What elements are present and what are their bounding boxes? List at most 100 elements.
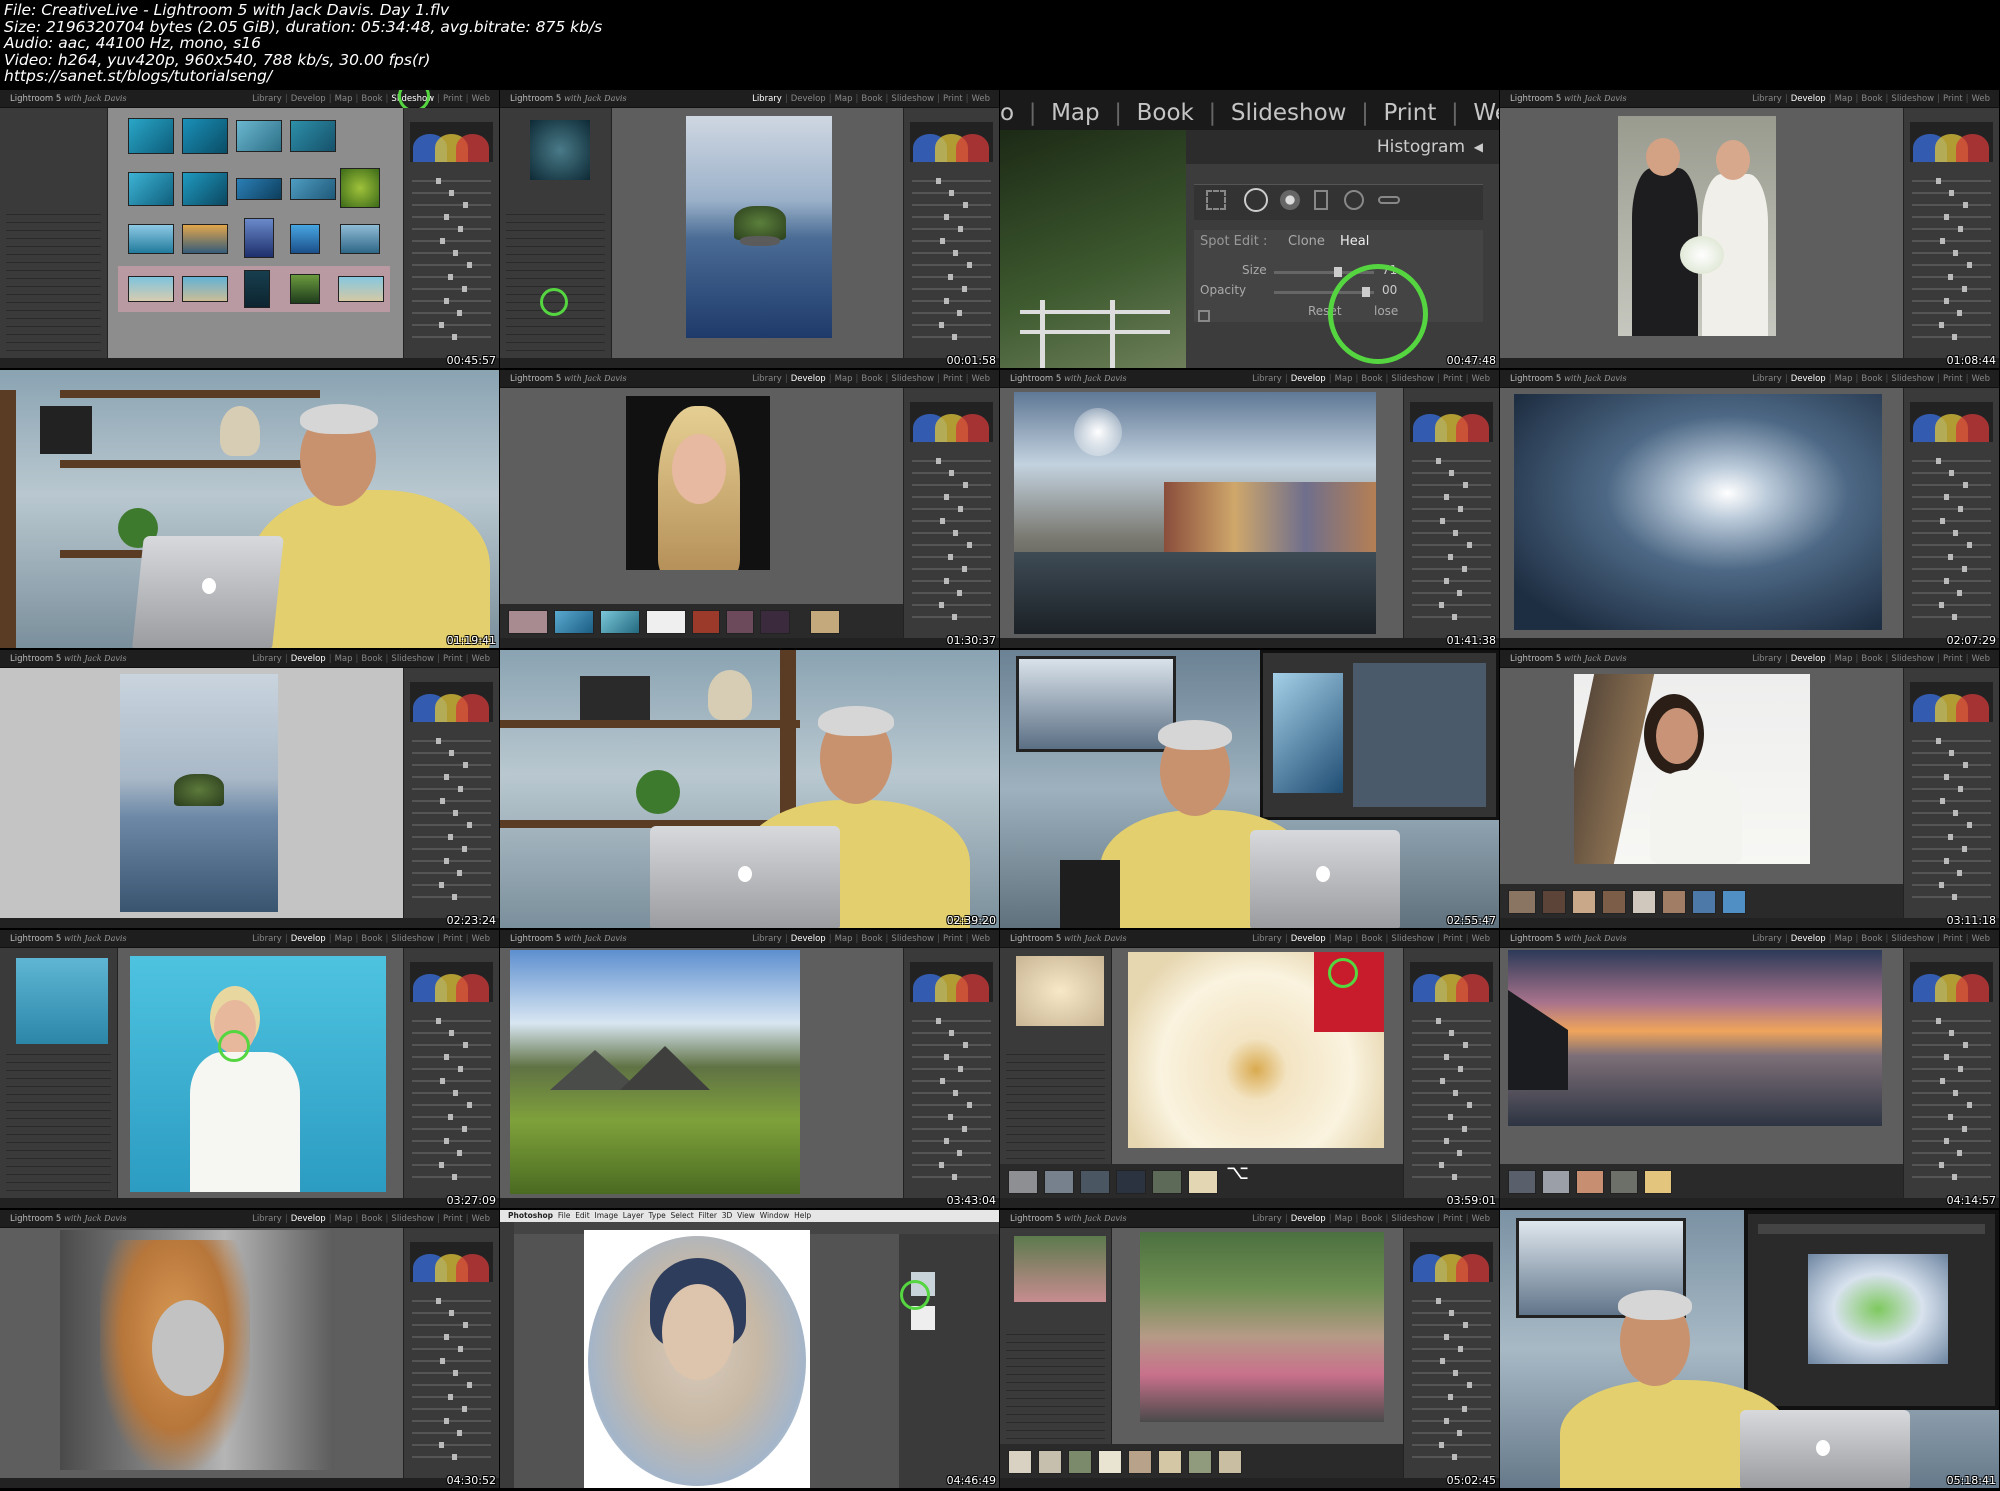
left-panel-row[interactable]	[6, 1080, 111, 1087]
adjustment-slider[interactable]	[912, 1090, 991, 1096]
module-develop[interactable]: Develop	[288, 1214, 329, 1224]
module-web[interactable]: Web	[1968, 94, 1993, 104]
adjustment-slider[interactable]	[912, 262, 991, 268]
bottom-toolbar[interactable]	[1000, 1478, 1499, 1488]
adjustment-slider[interactable]	[1912, 530, 1991, 536]
module-book[interactable]: Book	[1137, 100, 1194, 126]
right-panel[interactable]	[903, 388, 999, 638]
module-library[interactable]: Library	[1749, 374, 1785, 384]
adjustment-slider[interactable]	[912, 190, 991, 196]
adjustment-slider[interactable]	[1412, 1054, 1491, 1060]
adjustment-slider[interactable]	[1412, 1346, 1491, 1352]
adjustment-slider[interactable]	[1412, 1066, 1491, 1072]
adjustment-slider[interactable]	[1912, 846, 1991, 852]
adjustment-slider[interactable]	[912, 1054, 991, 1060]
adjustment-slider[interactable]	[1912, 274, 1991, 280]
adjustment-slider[interactable]	[412, 750, 491, 756]
adjustment-slider[interactable]	[412, 1382, 491, 1388]
left-panel-row[interactable]	[1006, 1048, 1105, 1055]
adjustment-slider[interactable]	[1912, 1150, 1991, 1156]
adjustment-slider[interactable]	[912, 614, 991, 620]
module-web[interactable]: Web	[1968, 654, 1993, 664]
module-slideshow[interactable]: Slideshow	[1388, 934, 1437, 944]
adjustment-slider[interactable]	[1412, 458, 1491, 464]
left-panel-row[interactable]	[6, 1168, 111, 1175]
right-panel[interactable]	[1403, 948, 1499, 1198]
left-panel-row[interactable]	[6, 312, 101, 319]
left-panel-row[interactable]	[6, 344, 101, 351]
adjustment-slider[interactable]	[912, 178, 991, 184]
left-panel-row[interactable]	[6, 1048, 111, 1055]
adjustment-slider[interactable]	[1412, 1030, 1491, 1036]
adjustment-slider[interactable]	[412, 1394, 491, 1400]
adjustment-slider[interactable]	[1412, 494, 1491, 500]
left-panel-row[interactable]	[6, 232, 101, 239]
adjustment-slider[interactable]	[412, 1454, 491, 1460]
left-panel-row[interactable]	[1006, 1064, 1105, 1071]
adjustment-slider[interactable]	[1912, 1114, 1991, 1120]
adjustment-slider[interactable]	[912, 1114, 991, 1120]
adjustment-slider[interactable]	[912, 602, 991, 608]
module-web[interactable]: Web	[1473, 100, 1499, 126]
module-web[interactable]: Web	[1468, 374, 1493, 384]
adjustment-slider[interactable]	[1912, 1078, 1991, 1084]
adjustment-slider[interactable]	[1412, 1018, 1491, 1024]
frame-sunset-beach[interactable]: Lightroom 5 with Jack Davis Library | Devel…	[1500, 930, 1999, 1208]
bottom-toolbar[interactable]	[500, 1198, 999, 1208]
module-print[interactable]: Print	[1440, 934, 1466, 944]
adjustment-slider[interactable]	[412, 1162, 491, 1168]
adjustment-slider[interactable]	[412, 846, 491, 852]
adjustment-slider[interactable]	[412, 1078, 491, 1084]
adjustment-slider[interactable]	[412, 1042, 491, 1048]
right-panel[interactable]	[403, 108, 499, 358]
adjustment-slider[interactable]	[1412, 1162, 1491, 1168]
adjustment-slider[interactable]	[1412, 1454, 1491, 1460]
adjustment-slider[interactable]	[1912, 202, 1991, 208]
adjustment-slider[interactable]	[412, 1150, 491, 1156]
module-book[interactable]: Book	[1858, 94, 1885, 104]
module-book[interactable]: Book	[358, 654, 385, 664]
ps-menu-select[interactable]: Select	[671, 1211, 694, 1220]
adjustment-slider[interactable]	[412, 786, 491, 792]
adjustment-slider[interactable]	[1912, 614, 1991, 620]
adjustment-slider[interactable]	[1912, 590, 1991, 596]
module-web[interactable]: Web	[1468, 934, 1493, 944]
module-map[interactable]: Map	[1832, 654, 1856, 664]
bottom-toolbar[interactable]	[1500, 638, 1999, 648]
module-book[interactable]: Book	[358, 934, 385, 944]
left-panel-row[interactable]	[506, 240, 605, 247]
module-book[interactable]: Book	[858, 94, 885, 104]
adjustment-slider[interactable]	[912, 458, 991, 464]
module-slideshow[interactable]: Slideshow	[888, 374, 937, 384]
adjustment-slider[interactable]	[1412, 1114, 1491, 1120]
module-map[interactable]: Map	[1832, 374, 1856, 384]
module-web[interactable]: Web	[968, 374, 993, 384]
adjustment-slider[interactable]	[912, 542, 991, 548]
adjustment-slider[interactable]	[412, 1114, 491, 1120]
adjustment-slider[interactable]	[912, 482, 991, 488]
adjustment-slider[interactable]	[1412, 1298, 1491, 1304]
frame-wedding-couple[interactable]: Lightroom 5 with Jack Davis Library | Devel…	[1500, 90, 1999, 368]
module-library[interactable]: Library	[1249, 374, 1285, 384]
right-panel[interactable]	[1903, 668, 1999, 918]
left-panel-row[interactable]	[506, 248, 605, 255]
right-panel[interactable]	[1403, 1228, 1499, 1478]
clone-option[interactable]: Clone	[1288, 234, 1325, 249]
module-map[interactable]: Map	[1832, 934, 1856, 944]
adjustment-slider[interactable]	[1412, 554, 1491, 560]
module-map[interactable]: Map	[332, 654, 356, 664]
left-panel-row[interactable]	[1006, 1128, 1105, 1135]
module-print[interactable]: Print	[1440, 1214, 1466, 1224]
left-panel-row[interactable]	[1006, 1424, 1105, 1431]
adjustment-slider[interactable]	[412, 286, 491, 292]
module-slideshow[interactable]: Slideshow	[1388, 1214, 1437, 1224]
module-library[interactable]: Library	[1249, 934, 1285, 944]
left-panel-row[interactable]	[1006, 1112, 1105, 1119]
frame-library-grid[interactable]: Lightroom 5 with Jack Davis Library | Devel…	[0, 90, 499, 368]
red-eye-tool-icon[interactable]	[1280, 190, 1300, 210]
left-panel-row[interactable]	[6, 1112, 111, 1119]
frame-photoshop-vintage[interactable]: Photoshop File Edit Image Layer Type Sel…	[500, 1210, 999, 1488]
module-map[interactable]: Map	[832, 94, 856, 104]
module-print[interactable]: Print	[1940, 934, 1966, 944]
left-panel-row[interactable]	[506, 256, 605, 263]
